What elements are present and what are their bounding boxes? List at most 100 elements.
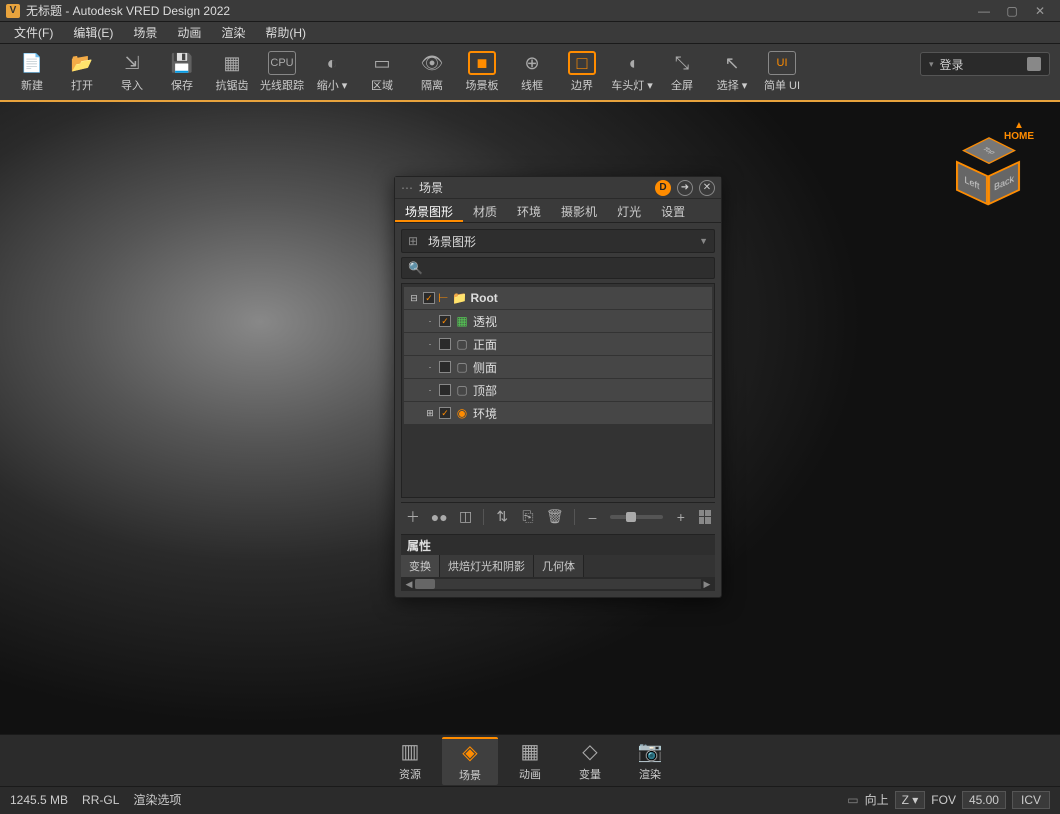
delete-button[interactable]: 🗑 (546, 508, 564, 526)
toolbar-缩小[interactable]: ◐缩小 ▾ (308, 46, 356, 98)
main-toolbar: 📄新建📂打开⇲导入💾保存▦抗锯齿CPU光线跟踪◐缩小 ▾▭区域👁隔离■场景板⊕线… (0, 44, 1060, 102)
menu-3[interactable]: 动画 (169, 22, 209, 43)
close-button[interactable]: ✕ (1026, 3, 1054, 19)
visibility-checkbox[interactable] (439, 407, 451, 419)
visibility-checkbox[interactable] (439, 361, 451, 373)
nav-label: 向上 (865, 791, 889, 808)
icv-button[interactable]: ICV (1012, 791, 1050, 809)
toolbar-抗锯齿[interactable]: ▦抗锯齿 (208, 46, 256, 98)
scene-panel: ⋯ 场景 D ➜ ✕ 场景图形材质环境摄影机灯光设置 ⊞ 场景图形 ▼ 🔍 ⊟⊢… (394, 176, 722, 598)
visibility-checkbox[interactable] (423, 292, 435, 304)
move-up-button[interactable]: ⇅ (494, 508, 510, 526)
node-label: 正面 (473, 336, 497, 353)
scene-tab-灯光[interactable]: 灯光 (607, 199, 651, 222)
prop-tab-几何体[interactable]: 几何体 (534, 555, 584, 577)
scene-panel-tabs: 场景图形材质环境摄影机灯光设置 (395, 199, 721, 223)
minimize-button[interactable]: — (970, 3, 998, 19)
menu-0[interactable]: 文件(F) (6, 22, 61, 43)
scene-tab-环境[interactable]: 环境 (507, 199, 551, 222)
copy-button[interactable]: ⎘ (520, 508, 536, 526)
expander-icon[interactable]: ⊟ (408, 293, 420, 304)
bottom-tab-场景[interactable]: ◈场景 (442, 737, 498, 785)
scene-tab-摄影机[interactable]: 摄影机 (551, 199, 607, 222)
visibility-checkbox[interactable] (439, 315, 451, 327)
panel-d-badge[interactable]: D (655, 180, 671, 196)
zoom-out-icon[interactable]: – (585, 508, 601, 526)
zoom-slider[interactable] (610, 515, 663, 519)
menu-4[interactable]: 渲染 (213, 22, 253, 43)
menu-2[interactable]: 场景 (125, 22, 165, 43)
viewcube[interactable]: HOME Top Left Back (950, 120, 1040, 210)
prop-tab-烘焙灯光和阴影[interactable]: 烘焙灯光和阴影 (440, 555, 534, 577)
toolbar-区域[interactable]: ▭区域 (358, 46, 406, 98)
toolbar-车头灯[interactable]: ◖车头灯 ▾ (608, 46, 656, 98)
zoom-in-icon[interactable]: + (673, 508, 689, 526)
隔离-icon: 👁 (418, 51, 446, 75)
expander-icon[interactable]: · (424, 362, 436, 372)
toolbar-导入[interactable]: ⇲导入 (108, 46, 156, 98)
expander-icon[interactable]: · (424, 316, 436, 326)
scene-search[interactable]: 🔍 (401, 257, 715, 279)
tree-row-Root[interactable]: ⊟⊢📁Root (404, 287, 712, 309)
toolbar-边界[interactable]: □边界 (558, 46, 606, 98)
panel-undock-button[interactable]: ➜ (677, 180, 693, 196)
toolbar-选择[interactable]: ↖选择 ▾ (708, 46, 756, 98)
toolbar-隔离[interactable]: 👁隔离 (408, 46, 456, 98)
bottom-tab-变量[interactable]: ◇变量 (562, 737, 618, 785)
toolbar-全屏[interactable]: ⤡全屏 (658, 46, 706, 98)
tree-row-环境[interactable]: ⊞◉环境 (404, 402, 712, 424)
fov-label: FOV (931, 793, 956, 807)
toolbar-打开[interactable]: 📂打开 (58, 46, 106, 98)
bottom-tab-动画[interactable]: ▦动画 (502, 737, 558, 785)
车头灯-icon: ◖ (618, 51, 646, 75)
menu-1[interactable]: 编辑(E) (65, 22, 121, 43)
login-dropdown[interactable]: ▾ 登录 (920, 52, 1050, 76)
toolbar-新建[interactable]: 📄新建 (8, 46, 56, 98)
场景板-icon: ■ (468, 51, 496, 75)
viewcube-home[interactable]: HOME (1004, 120, 1034, 142)
viewcube-left-face[interactable]: Left (956, 161, 988, 206)
bottom-tab-资源[interactable]: ▥资源 (382, 737, 438, 785)
expander-icon[interactable]: · (424, 385, 436, 395)
toolbar-保存[interactable]: 💾保存 (158, 46, 206, 98)
tree-row-顶部[interactable]: ·▢顶部 (404, 379, 712, 401)
maximize-button[interactable]: ▢ (998, 3, 1026, 19)
visibility-checkbox[interactable] (439, 384, 451, 396)
grid-view-button[interactable] (699, 510, 711, 524)
menu-5[interactable]: 帮助(H) (257, 22, 314, 43)
viewport[interactable]: HOME Top Left Back 安下载 anxz.com ⋯ 场景 D ➜… (0, 102, 1060, 734)
viewcube-top-face[interactable]: Top (962, 137, 1016, 164)
group-button[interactable]: ◫ (458, 508, 474, 526)
toolbar-简单 UI[interactable]: UI简单 UI (758, 46, 806, 98)
render-options-link[interactable]: 渲染选项 (133, 791, 181, 808)
scene-panel-toolbar: ＋ ●● ◫ ⇅ ⎘ 🗑 – + (401, 502, 715, 530)
fov-input[interactable]: 45.00 (962, 791, 1006, 809)
scene-search-input[interactable] (427, 261, 708, 275)
visibility-checkbox[interactable] (439, 338, 451, 350)
prop-tab-变换[interactable]: 变换 (401, 555, 440, 577)
node-label: 侧面 (473, 359, 497, 376)
tree-row-透视[interactable]: ·▦透视 (404, 310, 712, 332)
panel-close-button[interactable]: ✕ (699, 180, 715, 196)
viewcube-back-face[interactable]: Back (988, 161, 1020, 206)
scene-tab-设置[interactable]: 设置 (651, 199, 695, 222)
duplicate-button[interactable]: ●● (431, 508, 448, 526)
scene-tab-材质[interactable]: 材质 (463, 199, 507, 222)
scene-tab-场景图形[interactable]: 场景图形 (395, 199, 463, 222)
scene-panel-header[interactable]: ⋯ 场景 D ➜ ✕ (395, 177, 721, 199)
expander-icon[interactable]: ⊞ (424, 408, 436, 419)
axis-dropdown[interactable]: Z ▾ (895, 791, 926, 809)
scroll-left-icon[interactable]: ◀ (403, 579, 415, 590)
expander-icon[interactable]: · (424, 339, 436, 349)
toolbar-场景板[interactable]: ■场景板 (458, 46, 506, 98)
scenegraph-dropdown[interactable]: ⊞ 场景图形 ▼ (401, 229, 715, 253)
toolbar-光线跟踪[interactable]: CPU光线跟踪 (258, 46, 306, 98)
bottom-tab-渲染[interactable]: 📷渲染 (622, 737, 678, 785)
toolbar-线框[interactable]: ⊕线框 (508, 46, 556, 98)
tree-row-侧面[interactable]: ·▢侧面 (404, 356, 712, 378)
window-title: 无标题 - Autodesk VRED Design 2022 (26, 2, 970, 19)
add-button[interactable]: ＋ (405, 508, 421, 526)
scroll-right-icon[interactable]: ▶ (701, 579, 713, 590)
tree-row-正面[interactable]: ·▢正面 (404, 333, 712, 355)
properties-scrollbar[interactable]: ◀ ▶ (401, 577, 715, 591)
